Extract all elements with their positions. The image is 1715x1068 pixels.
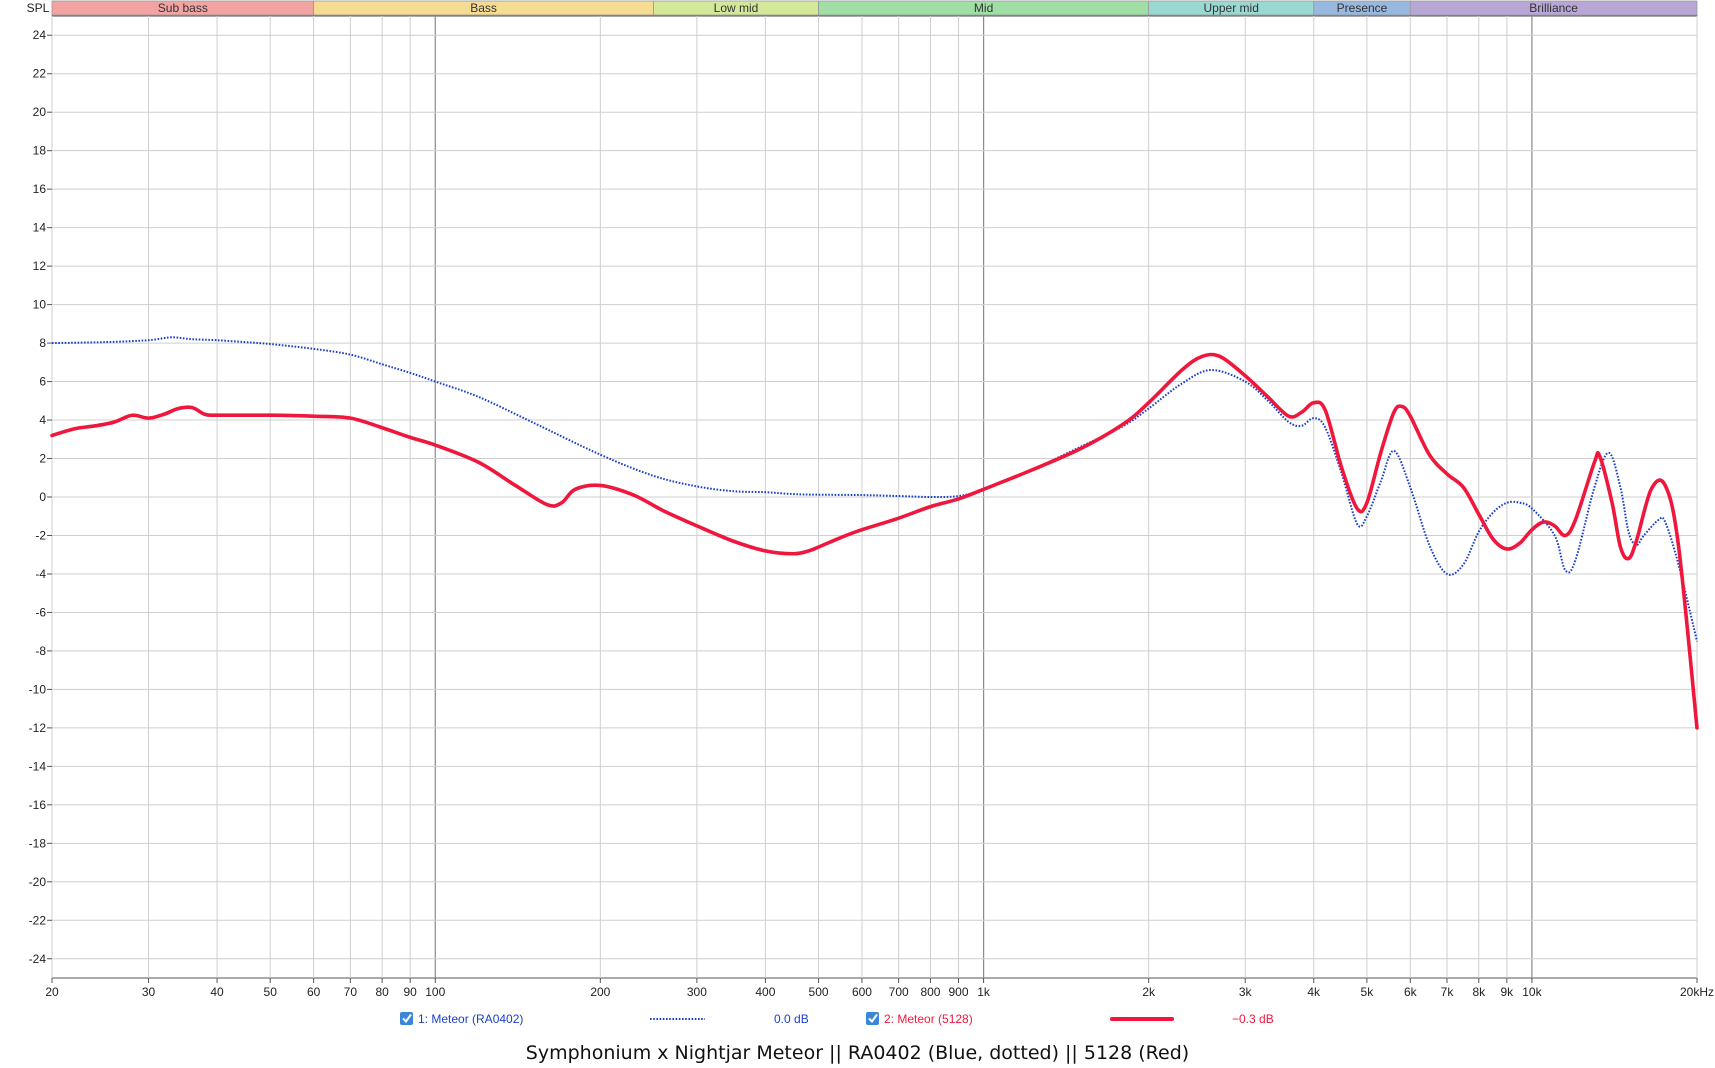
legend-offset-2: −0.3 dB (1232, 1012, 1274, 1026)
y-tick-label: -14 (29, 759, 47, 773)
x-tick-label: 600 (852, 985, 872, 999)
legend-item-1[interactable]: 1: Meteor (RA0402) 0.0 dB (400, 1012, 809, 1026)
y-tick-label: 4 (39, 413, 46, 427)
x-tick-label: 5k (1361, 985, 1375, 999)
y-tick-label: 20 (33, 105, 47, 119)
x-tick-label: 400 (755, 985, 775, 999)
y-tick-label: -16 (29, 798, 47, 812)
band-label: Sub bass (158, 1, 208, 15)
x-tick-label: 900 (948, 985, 968, 999)
chart-caption: Symphonium x Nightjar Meteor || RA0402 (… (525, 1042, 1190, 1064)
band-label: Presence (1337, 1, 1388, 15)
legend-offset-1: 0.0 dB (774, 1012, 809, 1026)
x-tick-label: 70 (344, 985, 358, 999)
x-tick-label: 80 (375, 985, 389, 999)
y-tick-label: 8 (39, 336, 46, 350)
y-tick-label: 0 (39, 490, 46, 504)
y-tick-label: 22 (33, 67, 47, 81)
legend-label-2: 2: Meteor (5128) (884, 1012, 973, 1026)
x-tick-label: 30 (142, 985, 156, 999)
y-tick-label: -4 (35, 567, 46, 581)
y-tick-label: 24 (33, 28, 47, 42)
x-tick-label: 90 (403, 985, 417, 999)
band-label: Mid (974, 1, 993, 15)
x-tick-label: 40 (210, 985, 224, 999)
x-tick-label: 800 (920, 985, 940, 999)
x-tick-label: 20kHz (1680, 985, 1714, 999)
x-axis-ticks: 20 30 40 50 60 70 80 90 100 200 300 400 500 600 700 800… (45, 978, 1714, 999)
x-tick-label: 9k (1501, 985, 1515, 999)
legend: 1: Meteor (RA0402) 0.0 dB 2: Meteor (512… (400, 1012, 1274, 1026)
frequency-band-bar: Sub bass Bass Low mid Mid Upper mid Presence B… (51, 0, 1698, 16)
legend-checkbox-1[interactable] (400, 1012, 413, 1025)
x-tick-label: 8k (1472, 985, 1486, 999)
x-tick-label: 50 (264, 985, 278, 999)
band-label: Brilliance (1529, 1, 1578, 15)
y-tick-label: -12 (29, 721, 47, 735)
x-tick-label: 20 (45, 985, 59, 999)
y-tick-label: -18 (29, 836, 47, 850)
x-tick-label: 10k (1522, 985, 1542, 999)
y-tick-label: 12 (33, 259, 47, 273)
y-tick-label: 14 (33, 221, 47, 235)
x-tick-label: 7k (1441, 985, 1455, 999)
legend-checkbox-2[interactable] (866, 1012, 879, 1025)
y-tick-label: 16 (33, 182, 47, 196)
y-tick-label: -2 (35, 528, 46, 542)
x-tick-label: 60 (307, 985, 321, 999)
y-tick-label: -22 (29, 913, 47, 927)
y-tick-label: 18 (33, 144, 47, 158)
y-axis-label: SPL (27, 1, 50, 15)
band-label: Bass (470, 1, 497, 15)
y-tick-label: -10 (29, 682, 47, 696)
y-tick-label: -6 (35, 605, 46, 619)
x-tick-label: 2k (1142, 985, 1156, 999)
x-tick-label: 500 (809, 985, 829, 999)
y-tick-label: 6 (39, 375, 46, 389)
y-tick-label: -24 (29, 952, 47, 966)
x-tick-label: 200 (590, 985, 610, 999)
x-tick-label: 700 (889, 985, 909, 999)
x-tick-label: 4k (1307, 985, 1321, 999)
y-tick-label: 2 (39, 452, 46, 466)
legend-item-2[interactable]: 2: Meteor (5128) −0.3 dB (866, 1012, 1274, 1026)
x-tick-label: 3k (1239, 985, 1253, 999)
y-tick-label: -8 (35, 644, 46, 658)
x-tick-label: 300 (687, 985, 707, 999)
x-tick-label: 6k (1404, 985, 1418, 999)
y-axis-ticks: 242220181614121086420-2-4-6-8-10-12-14-1… (29, 28, 52, 966)
x-tick-label: 100 (425, 985, 445, 999)
y-tick-label: 10 (33, 298, 47, 312)
x-tick-label: 1k (977, 985, 991, 999)
frequency-response-chart: Sub bass Bass Low mid Mid Upper mid Presence B… (27, 0, 1714, 1026)
band-label: Upper mid (1204, 1, 1259, 15)
legend-label-1: 1: Meteor (RA0402) (418, 1012, 523, 1026)
band-label: Low mid (714, 1, 759, 15)
y-tick-label: -20 (29, 875, 47, 889)
